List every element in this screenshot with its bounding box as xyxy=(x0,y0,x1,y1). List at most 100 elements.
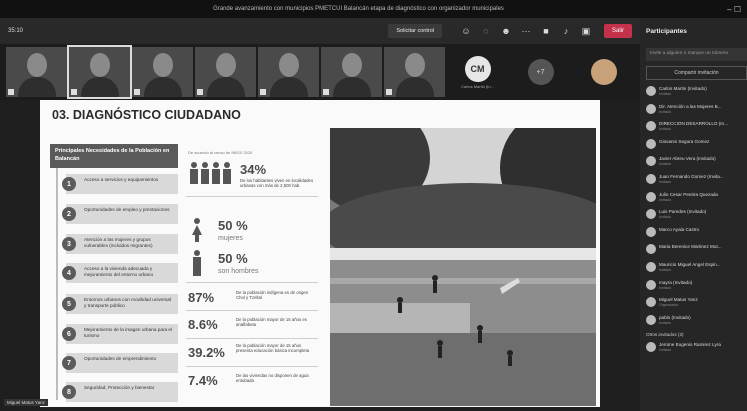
tile-mic-icon xyxy=(323,89,329,95)
participant-name: Julio Cesar Pereira Quezada xyxy=(659,191,718,197)
reactions-icon[interactable]: ☻ xyxy=(496,26,516,36)
participants-icon[interactable]: ☺ xyxy=(456,26,476,36)
window-controls[interactable]: – ☐ xyxy=(717,5,747,14)
water-text: De las viviendas no disponen de agua ent… xyxy=(236,373,309,383)
participant-role: Organizador xyxy=(659,303,679,308)
participant-role: Invitado xyxy=(659,285,672,290)
avatar-tile[interactable]: CM Carlos Martin (In... xyxy=(447,47,508,97)
video-tile[interactable] xyxy=(195,47,256,97)
participant-item[interactable]: Javier Abreu Vera (Invitado) Invitado xyxy=(640,154,747,172)
video-tile[interactable] xyxy=(321,47,382,97)
more-participants-count: +7 xyxy=(527,59,554,85)
participant-item[interactable]: Marco Ayala Castro xyxy=(640,225,747,243)
participant-name: Dir. Atención a las Mujeres B... xyxy=(659,103,722,109)
meeting-timer: 35:10 xyxy=(8,28,24,34)
meeting-toolbar: 35:10 Solicitar control ☺ ◌ ☻ ··· ■ ♪ ▣ … xyxy=(0,18,640,44)
participant-role: Invitado xyxy=(659,215,672,220)
avatar-name: Carlos Martin (In... xyxy=(461,83,494,89)
other-invitees-section[interactable]: Otros invitados (3) xyxy=(640,330,747,340)
divider xyxy=(186,310,318,311)
avatar xyxy=(646,173,656,184)
need-number: 2 xyxy=(62,207,76,221)
education-percent: 39.2% xyxy=(188,345,225,360)
more-options-icon[interactable]: ··· xyxy=(516,26,536,36)
participant-item[interactable]: Juan Fernando Gomez (Invita... Invitado xyxy=(640,172,747,190)
need-number: 7 xyxy=(62,356,76,370)
participant-item[interactable]: Miguel Matus Yanz Organizador xyxy=(640,295,747,313)
tile-mic-icon xyxy=(8,89,14,95)
tile-mic-icon xyxy=(134,89,140,95)
avatar xyxy=(646,261,656,272)
people-group-icon xyxy=(190,162,231,184)
participant-role: Invitado xyxy=(659,267,672,272)
participant-item[interactable]: Carlos Martin (Invitado) Invitado xyxy=(640,84,747,102)
need-item: Acceso a la vivienda adecuada y mejorami… xyxy=(66,263,178,283)
participant-face xyxy=(405,53,425,77)
more-participants-tile[interactable]: +7 xyxy=(510,47,571,97)
participant-body xyxy=(333,77,371,97)
participant-body xyxy=(270,77,308,97)
avatar xyxy=(646,121,656,132)
participant-item[interactable]: Maria Berenice Martinez Mut... xyxy=(640,242,747,260)
participant-item[interactable]: mayra (Invitado) Invitado xyxy=(640,278,747,296)
share-invite-button[interactable]: Compartir invitación xyxy=(646,66,747,80)
men-percent: 50 % xyxy=(218,251,248,266)
leave-button[interactable]: Salir xyxy=(603,24,632,38)
need-item: Acceso a servicios y equipamientos xyxy=(66,174,178,194)
participant-role: Invitado xyxy=(659,109,672,114)
women-label: mujeres xyxy=(218,235,243,242)
participant-item[interactable]: Julio Cesar Pereira Quezada Invitado xyxy=(640,190,747,208)
participant-item[interactable]: Jerome Eugenio Ramirez Lyra Invitado xyxy=(640,340,747,358)
participant-name: mayra (Invitado) xyxy=(659,279,693,285)
participants-title: Participantes xyxy=(646,28,687,35)
tile-mic-icon xyxy=(71,89,77,95)
self-view-tile[interactable] xyxy=(573,47,634,97)
avatar: CM xyxy=(464,55,491,82)
participant-role: Invitado xyxy=(659,92,672,96)
video-tile[interactable] xyxy=(384,47,445,97)
avatar xyxy=(646,191,656,202)
participant-item[interactable]: Dir. Atención a las Mujeres B... Invitado xyxy=(640,102,747,120)
participant-role: Invitado xyxy=(659,320,672,325)
participant-body xyxy=(18,77,56,97)
invite-search-input[interactable]: Invite a alguien o marque un número xyxy=(646,48,747,61)
need-number: 8 xyxy=(62,385,76,399)
men-label: son hombres xyxy=(218,268,259,275)
avatar xyxy=(646,342,656,353)
video-tile[interactable] xyxy=(132,47,193,97)
participant-item[interactable]: Luis Paredes (Invitado) Invitado xyxy=(640,207,747,225)
request-control-button[interactable]: Solicitar control xyxy=(388,24,442,38)
need-item: Atención a las mujeres y grupos vulnerab… xyxy=(66,234,178,254)
participant-name: Maria Berenice Martinez Mut... xyxy=(659,244,722,250)
divider xyxy=(186,282,318,283)
participant-item[interactable]: DIRECCION DESARROLLO (In... Invitado xyxy=(640,119,747,137)
self-avatar xyxy=(590,59,617,85)
need-number: 3 xyxy=(62,237,76,251)
chat-icon[interactable]: ◌ xyxy=(476,26,496,36)
needs-title: Principales Necesidades de la Población … xyxy=(50,144,178,168)
participant-role: Invitado xyxy=(659,127,672,132)
participant-face xyxy=(90,53,110,77)
need-number: 4 xyxy=(62,266,76,280)
participant-body xyxy=(144,77,182,97)
camera-icon[interactable]: ■ xyxy=(536,26,556,36)
participant-face xyxy=(153,53,173,77)
mic-icon[interactable]: ♪ xyxy=(556,26,576,36)
share-screen-icon[interactable]: ▣ xyxy=(576,26,596,37)
participant-face xyxy=(342,53,362,77)
participant-item[interactable]: Mauricio Miguel Angel Espin... Invitado xyxy=(640,260,747,278)
video-tile-active-speaker[interactable] xyxy=(67,45,132,99)
participant-body xyxy=(396,77,434,97)
participant-item[interactable]: Giovanni Segura Gomez xyxy=(640,137,747,155)
window-titlebar: Grande avanzamiento con municipios PMETC… xyxy=(0,0,747,18)
participant-item[interactable]: pablo (Invitado) Invitado xyxy=(640,313,747,331)
tile-mic-icon xyxy=(197,89,203,95)
participant-face xyxy=(27,53,47,77)
avatar xyxy=(646,209,656,220)
stats-caption: De acuerdo al censo de INEGI 2020 xyxy=(188,150,253,155)
video-tile[interactable] xyxy=(258,47,319,97)
avatar xyxy=(646,103,656,114)
participant-face xyxy=(216,53,236,77)
divider xyxy=(186,338,318,339)
video-tile[interactable] xyxy=(6,47,67,97)
